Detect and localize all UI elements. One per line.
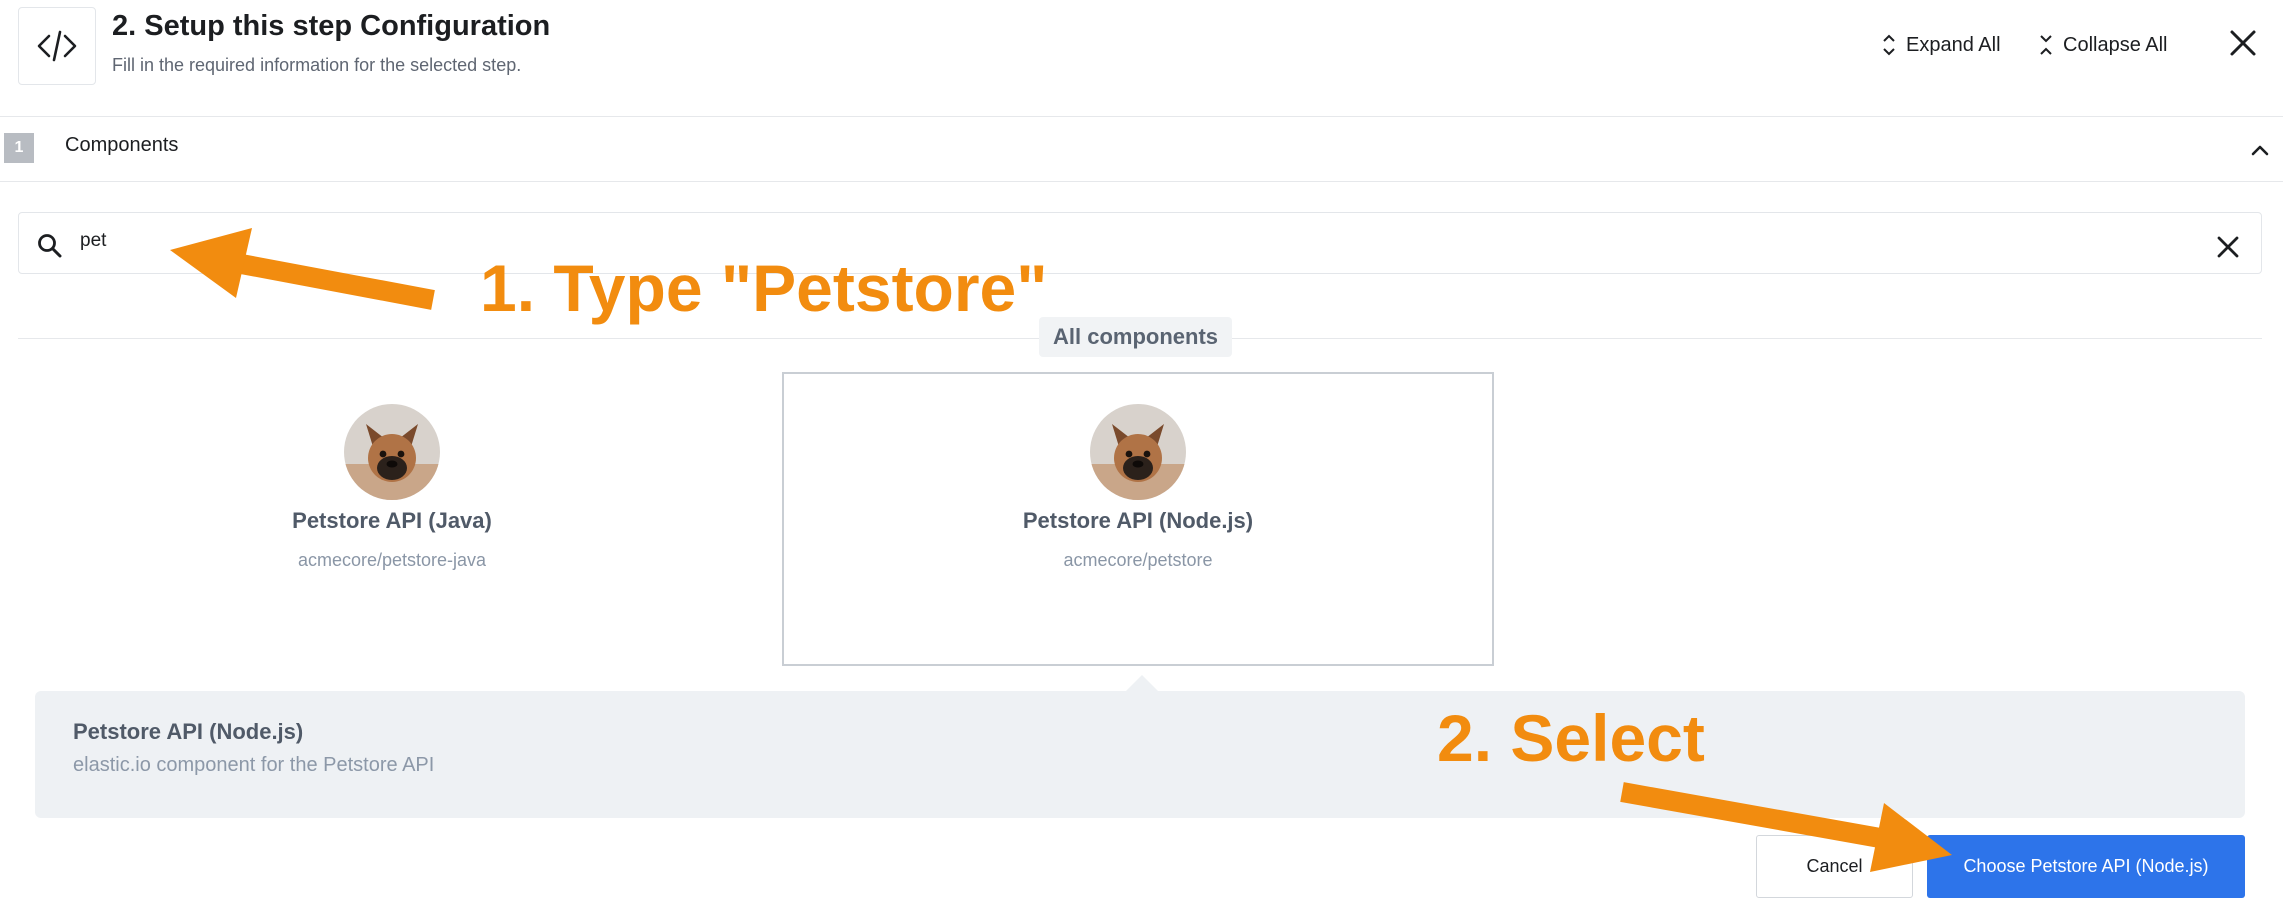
component-path: acmecore/petstore-java [297,550,487,570]
page-subtitle: Fill in the required information for the… [112,55,522,75]
collapse-icon [2040,35,2052,55]
page-title: 2. Setup this step Configuration [112,10,551,42]
expand-all-label: Expand All [1906,33,2001,56]
close-icon[interactable] [2226,26,2260,60]
list-heading: All components [1039,317,1233,357]
dog-avatar-image [1090,404,1186,500]
section-title: Components [65,134,179,156]
collapse-all-label: Collapse All [2063,33,2168,56]
component-name: Petstore API (Java) [292,508,492,533]
cancel-button[interactable]: Cancel [1756,835,1913,898]
detail-description: elastic.io component for the Petstore AP… [73,754,435,776]
expand-icon [1883,34,1895,56]
dog-avatar-image [344,404,440,500]
components-section-header[interactable] [0,117,2283,181]
expand-all-button[interactable]: Expand All [1882,30,2001,60]
component-card-selected[interactable]: Petstore API (Node.js) acmecore/petstore [782,372,1494,666]
clear-search-icon[interactable] [2215,234,2241,260]
component-avatar [344,404,440,500]
collapse-all-button[interactable]: Collapse All [2039,30,2168,60]
annotation-step-1: 1. Type "Petstore" [480,251,1048,325]
component-card[interactable]: Petstore API (Java) acmecore/petstore-ja… [36,372,748,666]
code-icon [37,30,77,62]
component-path: acmecore/petstore [1063,550,1213,570]
component-avatar [1090,404,1186,500]
section-number-badge: 1 [4,133,34,163]
detail-pointer [1124,675,1160,693]
component-name: Petstore API (Node.js) [1022,508,1254,533]
divider [0,181,2283,182]
search-icon [38,234,62,258]
chevron-up-icon[interactable] [2248,138,2272,162]
choose-component-button[interactable]: Choose Petstore API (Node.js) [1927,835,2245,898]
annotation-step-2: 2. Select [1437,701,1705,775]
step-icon [18,7,96,85]
detail-title: Petstore API (Node.js) [73,719,304,744]
